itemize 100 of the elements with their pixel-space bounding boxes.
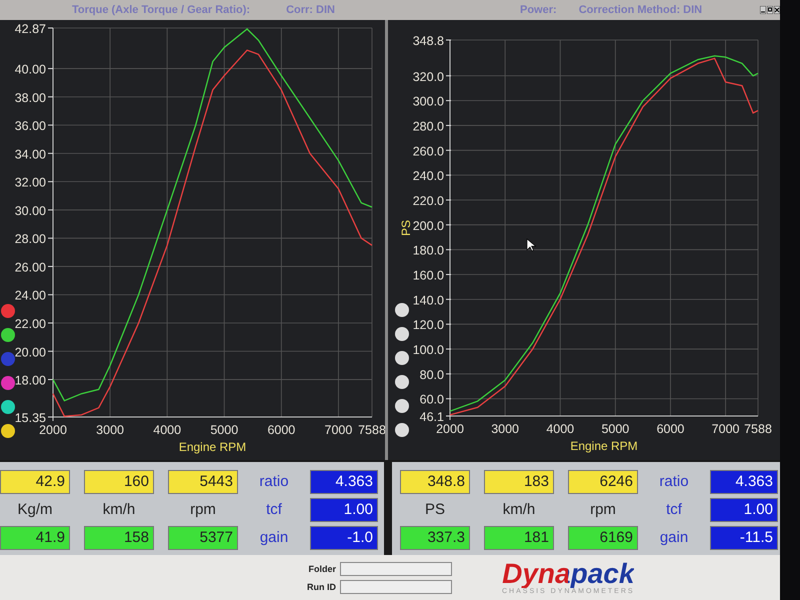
- y-tick-label: 140.0: [412, 293, 444, 308]
- color-dot[interactable]: [395, 423, 409, 437]
- parameter-label: gain: [658, 528, 690, 548]
- y-tick-label: 260.0: [412, 144, 444, 158]
- max-value-box: 42.9: [0, 470, 70, 494]
- current-value-box: 337.3: [400, 526, 470, 550]
- x-axis-label: Engine RPM: [570, 439, 638, 453]
- parameter-value-box: -1.0: [310, 526, 378, 550]
- y-tick-label: 80.0: [420, 368, 444, 382]
- x-tick-label: 2000: [436, 422, 464, 436]
- field-label: Run ID: [306, 582, 336, 592]
- parameter-label: tcf: [265, 500, 283, 520]
- color-dot[interactable]: [1, 424, 15, 438]
- y-tick-label: 46.1: [420, 410, 444, 424]
- color-dot[interactable]: [395, 327, 409, 341]
- parameter-label: ratio: [658, 472, 690, 492]
- logo-wordmark: Dynapack: [502, 560, 634, 588]
- y-tick-label: 30.00: [14, 204, 46, 218]
- y-tick-label: 320.0: [412, 70, 444, 84]
- parameter-value-box: 1.00: [310, 498, 378, 522]
- chart-header-label: Corr: DIN: [286, 4, 335, 16]
- color-dot[interactable]: [395, 399, 409, 413]
- color-dot[interactable]: [1, 376, 15, 390]
- minimize-icon[interactable]: [760, 6, 766, 14]
- y-tick-label: 20.00: [14, 345, 46, 360]
- color-dot[interactable]: [1, 328, 15, 342]
- chart-header-label: Power:: [520, 4, 557, 16]
- unit-label: km/h: [502, 500, 536, 520]
- y-tick-label: 300.0: [412, 94, 444, 109]
- y-tick-label: 15.35: [14, 411, 46, 425]
- chart-header-label: Torque (Axle Torque / Gear Ratio):: [72, 4, 250, 16]
- y-tick-label: 240.0: [412, 169, 444, 184]
- x-tick-label: 2000: [39, 423, 67, 437]
- y-tick-label: 160.0: [412, 268, 444, 283]
- x-tick-label: 7000: [712, 422, 740, 436]
- current-value-box: 5377: [168, 526, 238, 550]
- y-tick-label: 42.87: [14, 22, 46, 36]
- parameter-label: tcf: [665, 500, 683, 520]
- unit-label: rpm: [189, 500, 217, 520]
- unit-label: km/h: [102, 500, 136, 520]
- input-field[interactable]: [340, 562, 452, 576]
- x-tick-label: 5000: [210, 423, 238, 437]
- parameter-value-box: 4.363: [310, 470, 378, 494]
- current-value-box: 6169: [568, 526, 638, 550]
- restore-icon[interactable]: [767, 6, 773, 14]
- chart-header-label: Correction Method: DIN: [578, 4, 702, 16]
- max-value-box: 6246: [568, 470, 638, 494]
- max-value-box: 160: [84, 470, 154, 494]
- y-tick-label: 24.00: [14, 288, 46, 303]
- y-tick-label: 100.0: [412, 343, 444, 358]
- x-tick-label: 4000: [153, 423, 182, 437]
- color-dot[interactable]: [1, 400, 15, 414]
- y-tick-label: 32.00: [14, 176, 46, 190]
- x-tick-label: 3000: [491, 422, 520, 436]
- y-tick-label: 40.00: [14, 62, 46, 77]
- input-field[interactable]: [340, 580, 452, 594]
- y-tick-label: 38.00: [14, 90, 46, 105]
- color-dot[interactable]: [395, 303, 409, 317]
- y-axis-label: PS: [399, 220, 413, 236]
- y-tick-label: 22.00: [14, 317, 46, 331]
- max-value-box: 348.8: [400, 470, 470, 494]
- current-value-box: 158: [84, 526, 154, 550]
- x-tick-label: 7588: [744, 422, 772, 436]
- field-label: Folder: [307, 564, 336, 574]
- x-tick-label: 4000: [546, 422, 574, 436]
- max-value-box: 5443: [168, 470, 238, 494]
- y-tick-label: 200.0: [412, 218, 444, 233]
- color-dot[interactable]: [1, 352, 15, 366]
- y-tick-label: 60.0: [420, 392, 444, 407]
- current-value-box: 41.9: [0, 526, 70, 550]
- x-tick-label: 7000: [324, 423, 352, 437]
- y-tick-label: 348.8: [412, 34, 444, 48]
- y-tick-label: 180.0: [412, 244, 444, 258]
- parameter-value-box: 1.00: [710, 498, 778, 522]
- parameter-value-box: 4.363: [710, 470, 778, 494]
- color-dot[interactable]: [1, 304, 15, 318]
- unit-label: rpm: [589, 500, 617, 520]
- x-tick-label: 5000: [601, 422, 630, 436]
- color-dot[interactable]: [395, 375, 409, 389]
- y-tick-label: 120.0: [412, 318, 444, 332]
- x-axis-label: Engine RPM: [178, 440, 246, 454]
- y-tick-label: 28.00: [14, 232, 46, 246]
- x-tick-label: 6000: [267, 423, 296, 437]
- mouse-pointer-icon: [526, 238, 536, 252]
- parameter-label: gain: [258, 528, 290, 548]
- y-tick-label: 220.0: [412, 194, 444, 208]
- x-tick-label: 7588: [358, 423, 385, 437]
- parameter-label: ratio: [258, 472, 290, 492]
- y-tick-label: 26.00: [14, 260, 46, 274]
- x-tick-label: 6000: [656, 422, 684, 436]
- max-value-box: 183: [484, 470, 554, 494]
- parameter-value-box: -11.5: [710, 526, 778, 550]
- close-icon[interactable]: [774, 6, 780, 14]
- unit-label: Kg/m: [16, 500, 54, 520]
- y-tick-label: 18.00: [14, 374, 46, 388]
- color-dot[interactable]: [395, 351, 409, 365]
- y-tick-label: 34.00: [14, 147, 46, 162]
- unit-label: PS: [424, 500, 446, 520]
- current-value-box: 181: [484, 526, 554, 550]
- y-tick-label: 36.00: [14, 119, 46, 134]
